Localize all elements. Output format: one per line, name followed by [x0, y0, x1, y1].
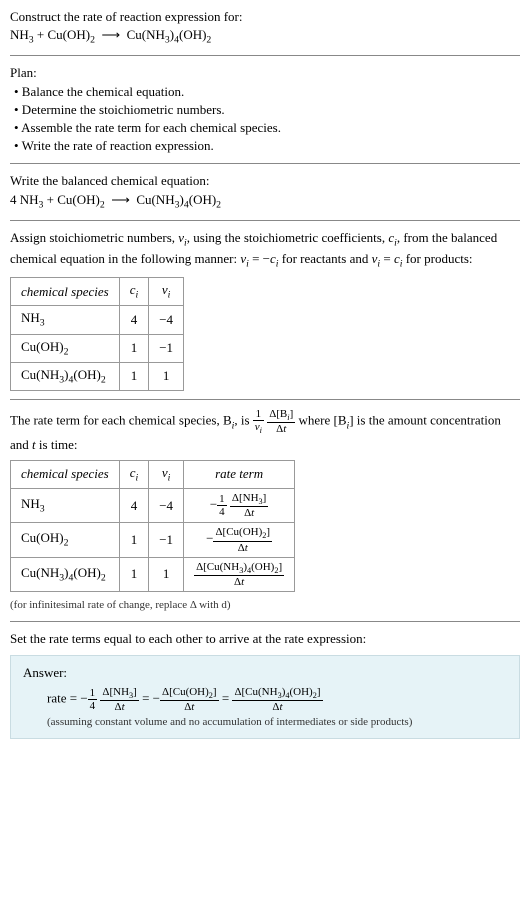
table-row: NH3 4 −4 −14 Δ[NH3]Δt	[11, 488, 295, 522]
plan-section: Plan: • Balance the chemical equation. •…	[10, 64, 520, 155]
divider	[10, 399, 520, 400]
stoich-table: chemical species ci νi NH3 4 −4 Cu(OH)2 …	[10, 277, 184, 391]
table-row: Cu(NH3)4(OH)2 1 1 Δ[Cu(NH3)4(OH)2]Δt	[11, 557, 295, 591]
cell-nui: −4	[149, 488, 184, 522]
intro-text: The rate term for each chemical species,…	[10, 413, 232, 428]
table-header-row: chemical species ci νi rate term	[11, 460, 295, 488]
cell-nui: 1	[149, 557, 184, 591]
divider	[10, 220, 520, 221]
cell-nui: −4	[149, 306, 184, 334]
table-header-row: chemical species ci νi	[11, 278, 184, 306]
cell-rate-term: Δ[Cu(NH3)4(OH)2]Δt	[184, 557, 295, 591]
balanced-section: Write the balanced chemical equation: 4 …	[10, 172, 520, 211]
cell-rate-term: −14 Δ[NH3]Δt	[184, 488, 295, 522]
rate-term-note: (for infinitesimal rate of change, repla…	[10, 598, 520, 613]
stoich-section: Assign stoichiometric numbers, νi, using…	[10, 229, 520, 391]
cell-ci: 1	[119, 557, 149, 591]
rate-expression: rate = −14 Δ[NH3]Δt = −Δ[Cu(OH)2]Δt = Δ[…	[47, 686, 507, 713]
balanced-heading: Write the balanced chemical equation:	[10, 172, 520, 190]
divider	[10, 163, 520, 164]
cell-species: Cu(OH)2	[11, 523, 120, 557]
final-section: Set the rate terms equal to each other t…	[10, 630, 520, 739]
question-equation: NH3 + Cu(OH)2 ⟶ Cu(NH3)4(OH)2	[10, 26, 520, 47]
col-nui: νi	[149, 460, 184, 488]
cell-ci: 1	[119, 362, 149, 390]
cell-species: Cu(NH3)4(OH)2	[11, 557, 120, 591]
answer-box: Answer: rate = −14 Δ[NH3]Δt = −Δ[Cu(OH)2…	[10, 655, 520, 740]
balanced-equation: 4 NH3 + Cu(OH)2 ⟶ Cu(NH3)4(OH)2	[10, 191, 520, 212]
col-species: chemical species	[11, 460, 120, 488]
cell-species: Cu(OH)2	[11, 334, 120, 362]
cell-species: NH3	[11, 488, 120, 522]
cell-ci: 4	[119, 488, 149, 522]
answer-label: Answer:	[23, 664, 507, 682]
cell-rate-term: −Δ[Cu(OH)2]Δt	[184, 523, 295, 557]
cell-nui: −1	[149, 523, 184, 557]
final-heading: Set the rate terms equal to each other t…	[10, 630, 520, 648]
intro-text: where [B	[298, 413, 346, 428]
plan-heading: Plan:	[10, 64, 520, 82]
table-row: Cu(NH3)4(OH)2 1 1	[11, 362, 184, 390]
question-title: Construct the rate of reaction expressio…	[10, 8, 520, 26]
divider	[10, 55, 520, 56]
col-rate-term: rate term	[184, 460, 295, 488]
cell-species: Cu(NH3)4(OH)2	[11, 362, 120, 390]
plan-item: • Balance the chemical equation.	[14, 83, 520, 101]
intro-text: , is	[234, 413, 252, 428]
cell-nui: −1	[149, 334, 184, 362]
cell-species: NH3	[11, 306, 120, 334]
rate-term-table: chemical species ci νi rate term NH3 4 −…	[10, 460, 295, 592]
cell-ci: 1	[119, 523, 149, 557]
col-nui: νi	[149, 278, 184, 306]
cell-ci: 4	[119, 306, 149, 334]
col-species: chemical species	[11, 278, 120, 306]
divider	[10, 621, 520, 622]
assumption-note: (assuming constant volume and no accumul…	[47, 715, 507, 730]
stoich-intro: Assign stoichiometric numbers, νi, using…	[10, 229, 520, 271]
plan-item: • Assemble the rate term for each chemic…	[14, 119, 520, 137]
cell-nui: 1	[149, 362, 184, 390]
col-ci: ci	[119, 278, 149, 306]
cell-ci: 1	[119, 334, 149, 362]
table-row: Cu(OH)2 1 −1	[11, 334, 184, 362]
plan-item: • Determine the stoichiometric numbers.	[14, 101, 520, 119]
rate-term-intro: The rate term for each chemical species,…	[10, 408, 520, 454]
table-row: Cu(OH)2 1 −1 −Δ[Cu(OH)2]Δt	[11, 523, 295, 557]
table-row: NH3 4 −4	[11, 306, 184, 334]
rate-term-section: The rate term for each chemical species,…	[10, 408, 520, 613]
col-ci: ci	[119, 460, 149, 488]
plan-item: • Write the rate of reaction expression.	[14, 137, 520, 155]
question-header: Construct the rate of reaction expressio…	[10, 8, 520, 47]
